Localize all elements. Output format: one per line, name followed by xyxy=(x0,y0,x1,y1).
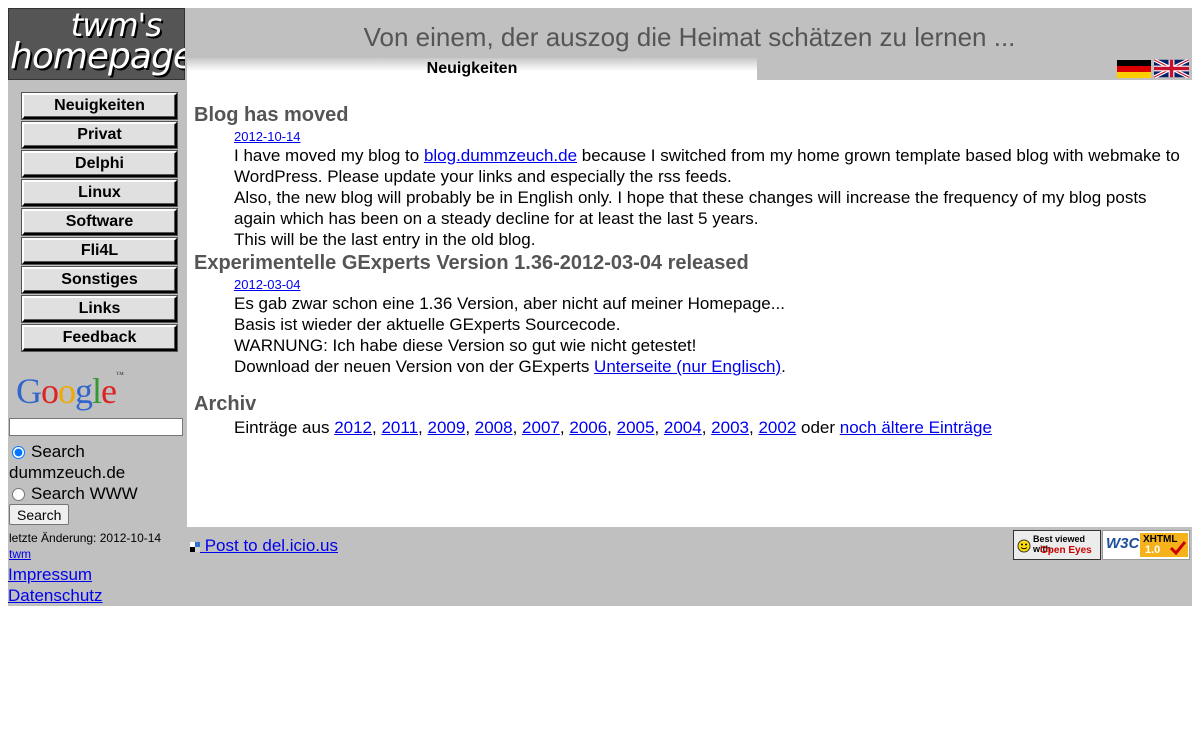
separator: , xyxy=(465,418,475,437)
search-button[interactable]: Search xyxy=(9,504,70,525)
archive-year-link[interactable]: 2002 xyxy=(758,418,796,437)
w3c-xhtml-badge[interactable]: W3C XHTML 1.0 xyxy=(1102,530,1190,560)
archive-year-link[interactable]: 2012 xyxy=(334,418,372,437)
nav-item-links[interactable]: Links xyxy=(22,296,177,322)
uk-flag-icon[interactable] xyxy=(1154,59,1189,78)
archive-or: oder xyxy=(796,418,840,437)
nav-item-neuigkeiten[interactable]: Neuigkeiten xyxy=(22,93,177,119)
separator: , xyxy=(512,418,523,437)
separator: , xyxy=(607,418,617,437)
post-date-link[interactable]: 2012-10-14 xyxy=(234,129,1184,145)
archive-year-link[interactable]: 2003 xyxy=(711,418,749,437)
nav-item-sonstiges[interactable]: Sonstiges xyxy=(22,267,177,293)
site-tagline: Von einem, der auszog die Heimat schätze… xyxy=(363,22,1016,52)
smiley-icon xyxy=(1017,539,1031,553)
delicious-label: Post to del.icio.us xyxy=(200,536,338,555)
w3c-label: W3C xyxy=(1106,535,1140,552)
blog-link[interactable]: blog.dummzeuch.de xyxy=(424,146,577,165)
search-input[interactable] xyxy=(9,418,183,436)
delicious-link[interactable]: Post to del.icio.us xyxy=(190,536,338,556)
post-body: 2012-10-14 I have moved my blog to blog.… xyxy=(234,129,1184,250)
nav-item-software[interactable]: Software xyxy=(22,209,177,235)
header: Von einem, der auszog die Heimat schätze… xyxy=(187,8,1192,80)
archive-year-link[interactable]: 2011 xyxy=(381,418,418,437)
separator: , xyxy=(559,418,570,437)
site-logo[interactable]: twm's homepage xyxy=(8,8,185,80)
xhtml-panel: XHTML 1.0 xyxy=(1140,533,1188,557)
archive-year-link[interactable]: 2006 xyxy=(569,418,607,437)
search-www-radio[interactable] xyxy=(12,488,25,502)
post-paragraph: Also, the new blog will probably be in E… xyxy=(234,188,1147,228)
separator: , xyxy=(701,418,712,437)
archive-prefix: Einträge aus xyxy=(234,418,335,437)
archive-year-link[interactable]: 2009 xyxy=(427,418,465,437)
post-paragraph: I have moved my blog to blog.dummzeuch.d… xyxy=(234,145,1184,187)
last-change-text: letzte Änderung: 2012-10-14 xyxy=(9,531,162,545)
post-title: Blog has moved xyxy=(194,104,349,126)
impressum-link[interactable]: Impressum xyxy=(8,565,92,585)
sidebar: twm's homepage Neuigkeiten Privat Delphi… xyxy=(8,8,187,606)
author-link[interactable]: twm xyxy=(9,547,31,561)
checkmark-icon xyxy=(1170,541,1186,555)
search-site-label: Search xyxy=(31,442,85,461)
post-paragraph: Es gab zwar schon eine 1.36 Version, abe… xyxy=(234,294,785,313)
best-viewed-badge[interactable]: Best viewed with Open Eyes xyxy=(1013,530,1101,560)
separator: , xyxy=(654,418,664,437)
older-entries-link[interactable]: noch ältere Einträge xyxy=(840,418,992,437)
nav-item-linux[interactable]: Linux xyxy=(22,180,177,206)
post-title: Experimentelle GExperts Version 1.36-201… xyxy=(194,252,749,274)
nav-item-feedback[interactable]: Feedback xyxy=(22,325,177,351)
datenschutz-link[interactable]: Datenschutz xyxy=(8,586,103,606)
post-date-link[interactable]: 2012-03-04 xyxy=(234,277,1184,293)
search-www-option[interactable]: Search WWW xyxy=(9,484,138,504)
archive-year-link[interactable]: 2007 xyxy=(522,418,560,437)
archive-year-link[interactable]: 2008 xyxy=(475,418,513,437)
post-paragraph: Download der neuen Version von der GExpe… xyxy=(234,356,1184,377)
search-site-radio[interactable] xyxy=(12,446,25,460)
logo-line2: homepage xyxy=(10,36,185,77)
nav-item-fli4l[interactable]: Fli4L xyxy=(22,238,177,264)
google-logo[interactable]: Google™ xyxy=(16,370,124,412)
main-nav: Neuigkeiten Privat Delphi Linux Software… xyxy=(22,93,177,354)
delicious-icon xyxy=(190,542,200,552)
nav-item-privat[interactable]: Privat xyxy=(22,122,177,148)
badge-eyes-line2: Open Eyes xyxy=(1040,545,1092,556)
archive-year-link[interactable]: 2004 xyxy=(664,418,702,437)
archive-year-link[interactable]: 2005 xyxy=(617,418,655,437)
post-text: Download der neuen Version von der GExpe… xyxy=(234,357,595,376)
active-section-tab: Neuigkeiten xyxy=(187,58,757,80)
main-content: Blog has moved 2012-10-14 I have moved m… xyxy=(194,102,1184,438)
post-paragraph: WARNUNG: Ich habe diese Version so gut w… xyxy=(234,336,697,355)
archive-body: Einträge aus 2012, 2011, 2009, 2008, 200… xyxy=(234,417,1184,438)
german-flag-icon[interactable] xyxy=(1117,60,1151,78)
post-text: I have moved my blog to xyxy=(234,146,424,165)
footer: Post to del.icio.us Best viewed with Ope… xyxy=(187,527,1192,606)
xhtml-version: 1.0 xyxy=(1145,544,1161,556)
post-paragraph: Basis ist wieder der aktuelle GExperts S… xyxy=(234,315,621,334)
archive-title: Archiv xyxy=(194,393,257,415)
post-text: . xyxy=(781,357,786,376)
search-www-label: Search WWW xyxy=(31,484,138,503)
post-paragraph: This will be the last entry in the old b… xyxy=(234,230,536,249)
post-body: 2012-03-04 Es gab zwar schon eine 1.36 V… xyxy=(234,277,1184,377)
nav-item-delphi[interactable]: Delphi xyxy=(22,151,177,177)
gexperts-page-link[interactable]: Unterseite (nur Englisch) xyxy=(594,357,781,376)
search-site-option[interactable]: Search xyxy=(9,442,85,462)
search-site-domain: dummzeuch.de xyxy=(9,463,126,482)
